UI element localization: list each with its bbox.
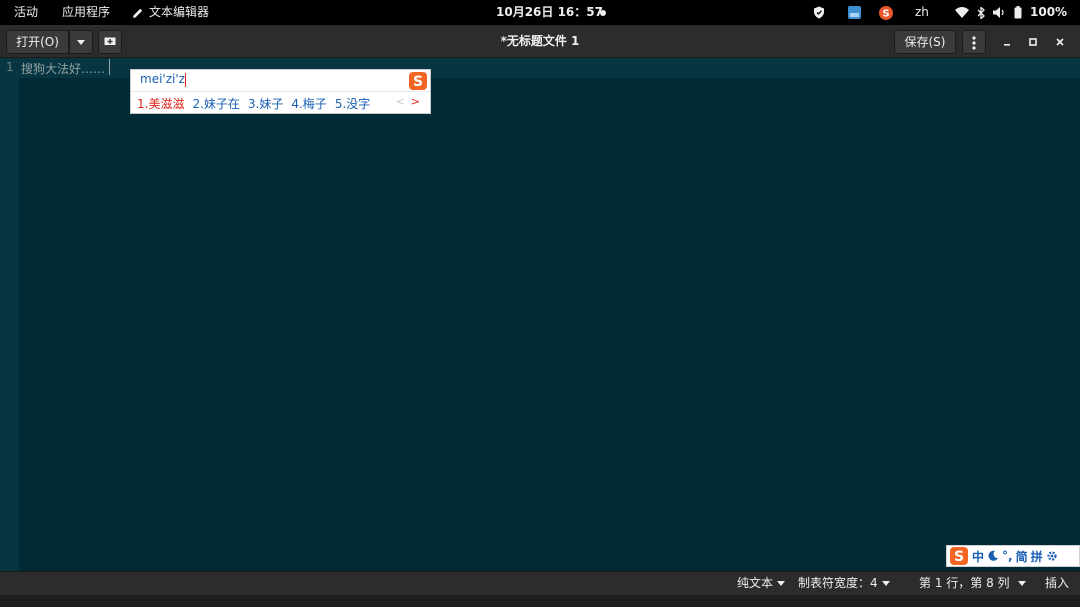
line-number-gutter — [0, 58, 19, 571]
new-document-button[interactable] — [98, 30, 122, 54]
kebab-menu-icon — [972, 35, 976, 50]
activities-button[interactable]: 活动 — [14, 0, 38, 25]
minimize-button[interactable] — [996, 30, 1018, 54]
ime-divider — [131, 91, 430, 92]
input-method-indicator[interactable]: zh — [915, 0, 929, 25]
battery-icon — [1014, 6, 1022, 19]
punctuation-toggle[interactable]: °, — [1002, 549, 1013, 563]
app-menu[interactable]: 文本编辑器 — [132, 0, 209, 25]
minimize-icon — [1004, 44, 1010, 46]
cursor-position[interactable]: 第 1 行，第 8 列 — [919, 572, 1010, 596]
tray-app-icon[interactable] — [848, 0, 861, 25]
new-tab-icon — [104, 37, 116, 48]
tab-width-selector[interactable]: 制表符宽度：4 — [798, 572, 890, 596]
ime-candidate-3[interactable]: 3.妹子 — [248, 95, 283, 112]
ime-candidate-1[interactable]: 1.美滋滋 — [137, 95, 184, 112]
chevron-down-icon — [881, 581, 890, 586]
ime-candidate-5[interactable]: 5.没字 — [335, 95, 370, 112]
editor-line-text[interactable]: 搜狗大法好…… — [21, 60, 105, 77]
battery-percentage: 100% — [1030, 5, 1068, 19]
sogou-status-bar: S 中 °, 简 拼 — [946, 545, 1080, 567]
pencil-icon — [133, 8, 143, 18]
text-editor-area[interactable]: 1 搜狗大法好…… — [0, 58, 1080, 571]
chinese-mode-toggle[interactable]: 中 — [972, 548, 984, 565]
line-number: 1 — [6, 60, 14, 74]
ime-composition: mei'zi'z — [140, 72, 186, 87]
bluetooth-icon — [977, 6, 985, 19]
save-button[interactable]: 保存(S) — [894, 30, 956, 54]
system-status-menu[interactable]: 100% — [955, 0, 1067, 25]
wifi-icon — [955, 7, 969, 18]
gear-icon[interactable] — [1046, 550, 1058, 562]
ime-candidate-list: 1.美滋滋 2.妹子在 3.妹子 4.梅子 5.没字 — [137, 95, 370, 112]
pinyin-toggle[interactable]: 拼 — [1031, 548, 1043, 565]
svg-text:S: S — [413, 74, 423, 90]
close-button[interactable] — [1049, 30, 1071, 54]
ime-candidate-window: mei'zi'z S 1.美滋滋 2.妹子在 3.妹子 4.梅子 5.没字 < … — [130, 69, 431, 114]
headerbar: *无标题文件 1 打开(O) 保存(S) — [0, 25, 1080, 58]
chevron-left-icon[interactable]: < — [396, 95, 405, 108]
half-width-moon-icon[interactable] — [987, 550, 999, 562]
volume-icon — [993, 7, 1004, 18]
close-icon — [1056, 38, 1064, 46]
applications-menu[interactable]: 应用程序 — [62, 0, 110, 25]
shield-icon[interactable] — [813, 0, 825, 25]
chevron-down-icon — [1018, 581, 1026, 586]
chevron-down-icon — [77, 40, 85, 45]
clock[interactable]: 10月26日 16：57 — [496, 0, 603, 25]
main-menu-button[interactable] — [962, 30, 986, 54]
open-button[interactable]: 打开(O) — [6, 30, 69, 54]
app-name: 文本编辑器 — [149, 5, 210, 19]
insert-mode-indicator[interactable]: 插入 — [1045, 572, 1069, 596]
window-bottom-edge — [0, 595, 1080, 607]
text-cursor — [109, 59, 110, 75]
chevron-right-icon[interactable]: > — [411, 95, 420, 108]
ime-candidate-2[interactable]: 2.妹子在 — [192, 95, 239, 112]
maximize-icon — [1029, 38, 1037, 46]
position-menu-dropdown[interactable] — [1018, 572, 1026, 596]
sogou-tray-icon[interactable]: S — [879, 0, 893, 25]
svg-text:S: S — [954, 549, 964, 565]
chevron-down-icon — [777, 581, 786, 586]
ime-cursor — [184, 72, 186, 87]
sogou-logo-icon: S — [409, 72, 427, 90]
open-recent-dropdown[interactable] — [69, 30, 93, 54]
notification-dot — [600, 0, 606, 25]
simplified-toggle[interactable]: 简 — [1016, 548, 1028, 565]
language-selector[interactable]: 纯文本 — [737, 572, 786, 596]
ime-pager: < > — [396, 95, 420, 108]
svg-text:S: S — [882, 8, 889, 19]
status-bar: 纯文本 制表符宽度：4 第 1 行，第 8 列 插入 — [0, 571, 1080, 595]
sogou-logo-icon[interactable]: S — [949, 546, 969, 566]
maximize-button[interactable] — [1022, 30, 1044, 54]
ime-candidate-4[interactable]: 4.梅子 — [291, 95, 326, 112]
gnome-top-bar: 活动 应用程序 文本编辑器 10月26日 16：57 S zh 100% — [0, 0, 1080, 25]
